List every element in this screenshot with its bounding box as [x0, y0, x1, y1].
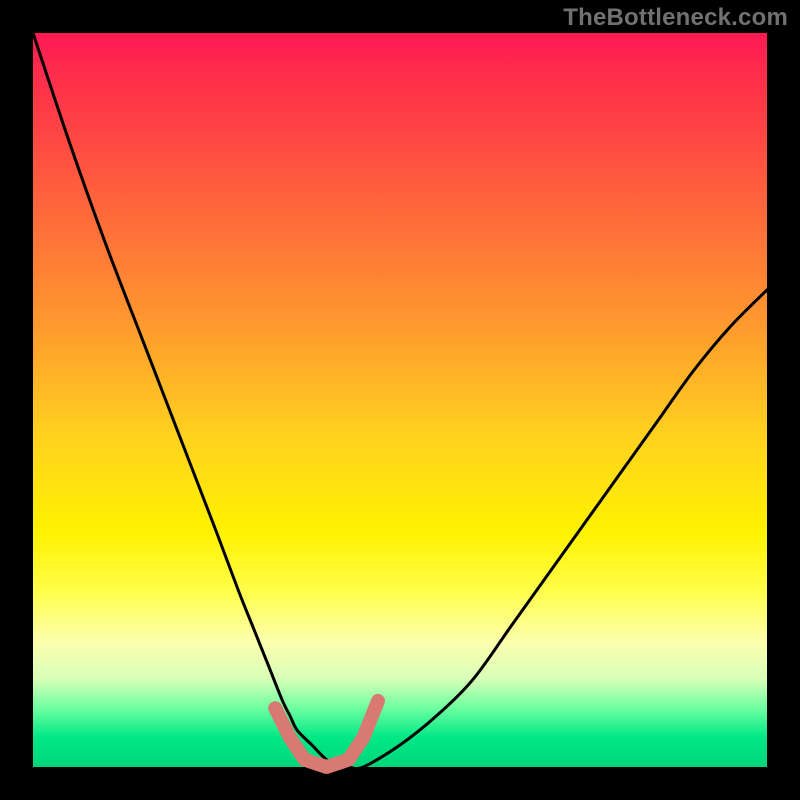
watermark-text: TheBottleneck.com — [563, 4, 788, 32]
bottleneck-curve-svg — [33, 33, 767, 767]
valley-highlight — [275, 701, 378, 767]
bottleneck-curve — [33, 33, 767, 769]
plot-area — [33, 33, 767, 767]
chart-frame: TheBottleneck.com — [0, 0, 800, 800]
